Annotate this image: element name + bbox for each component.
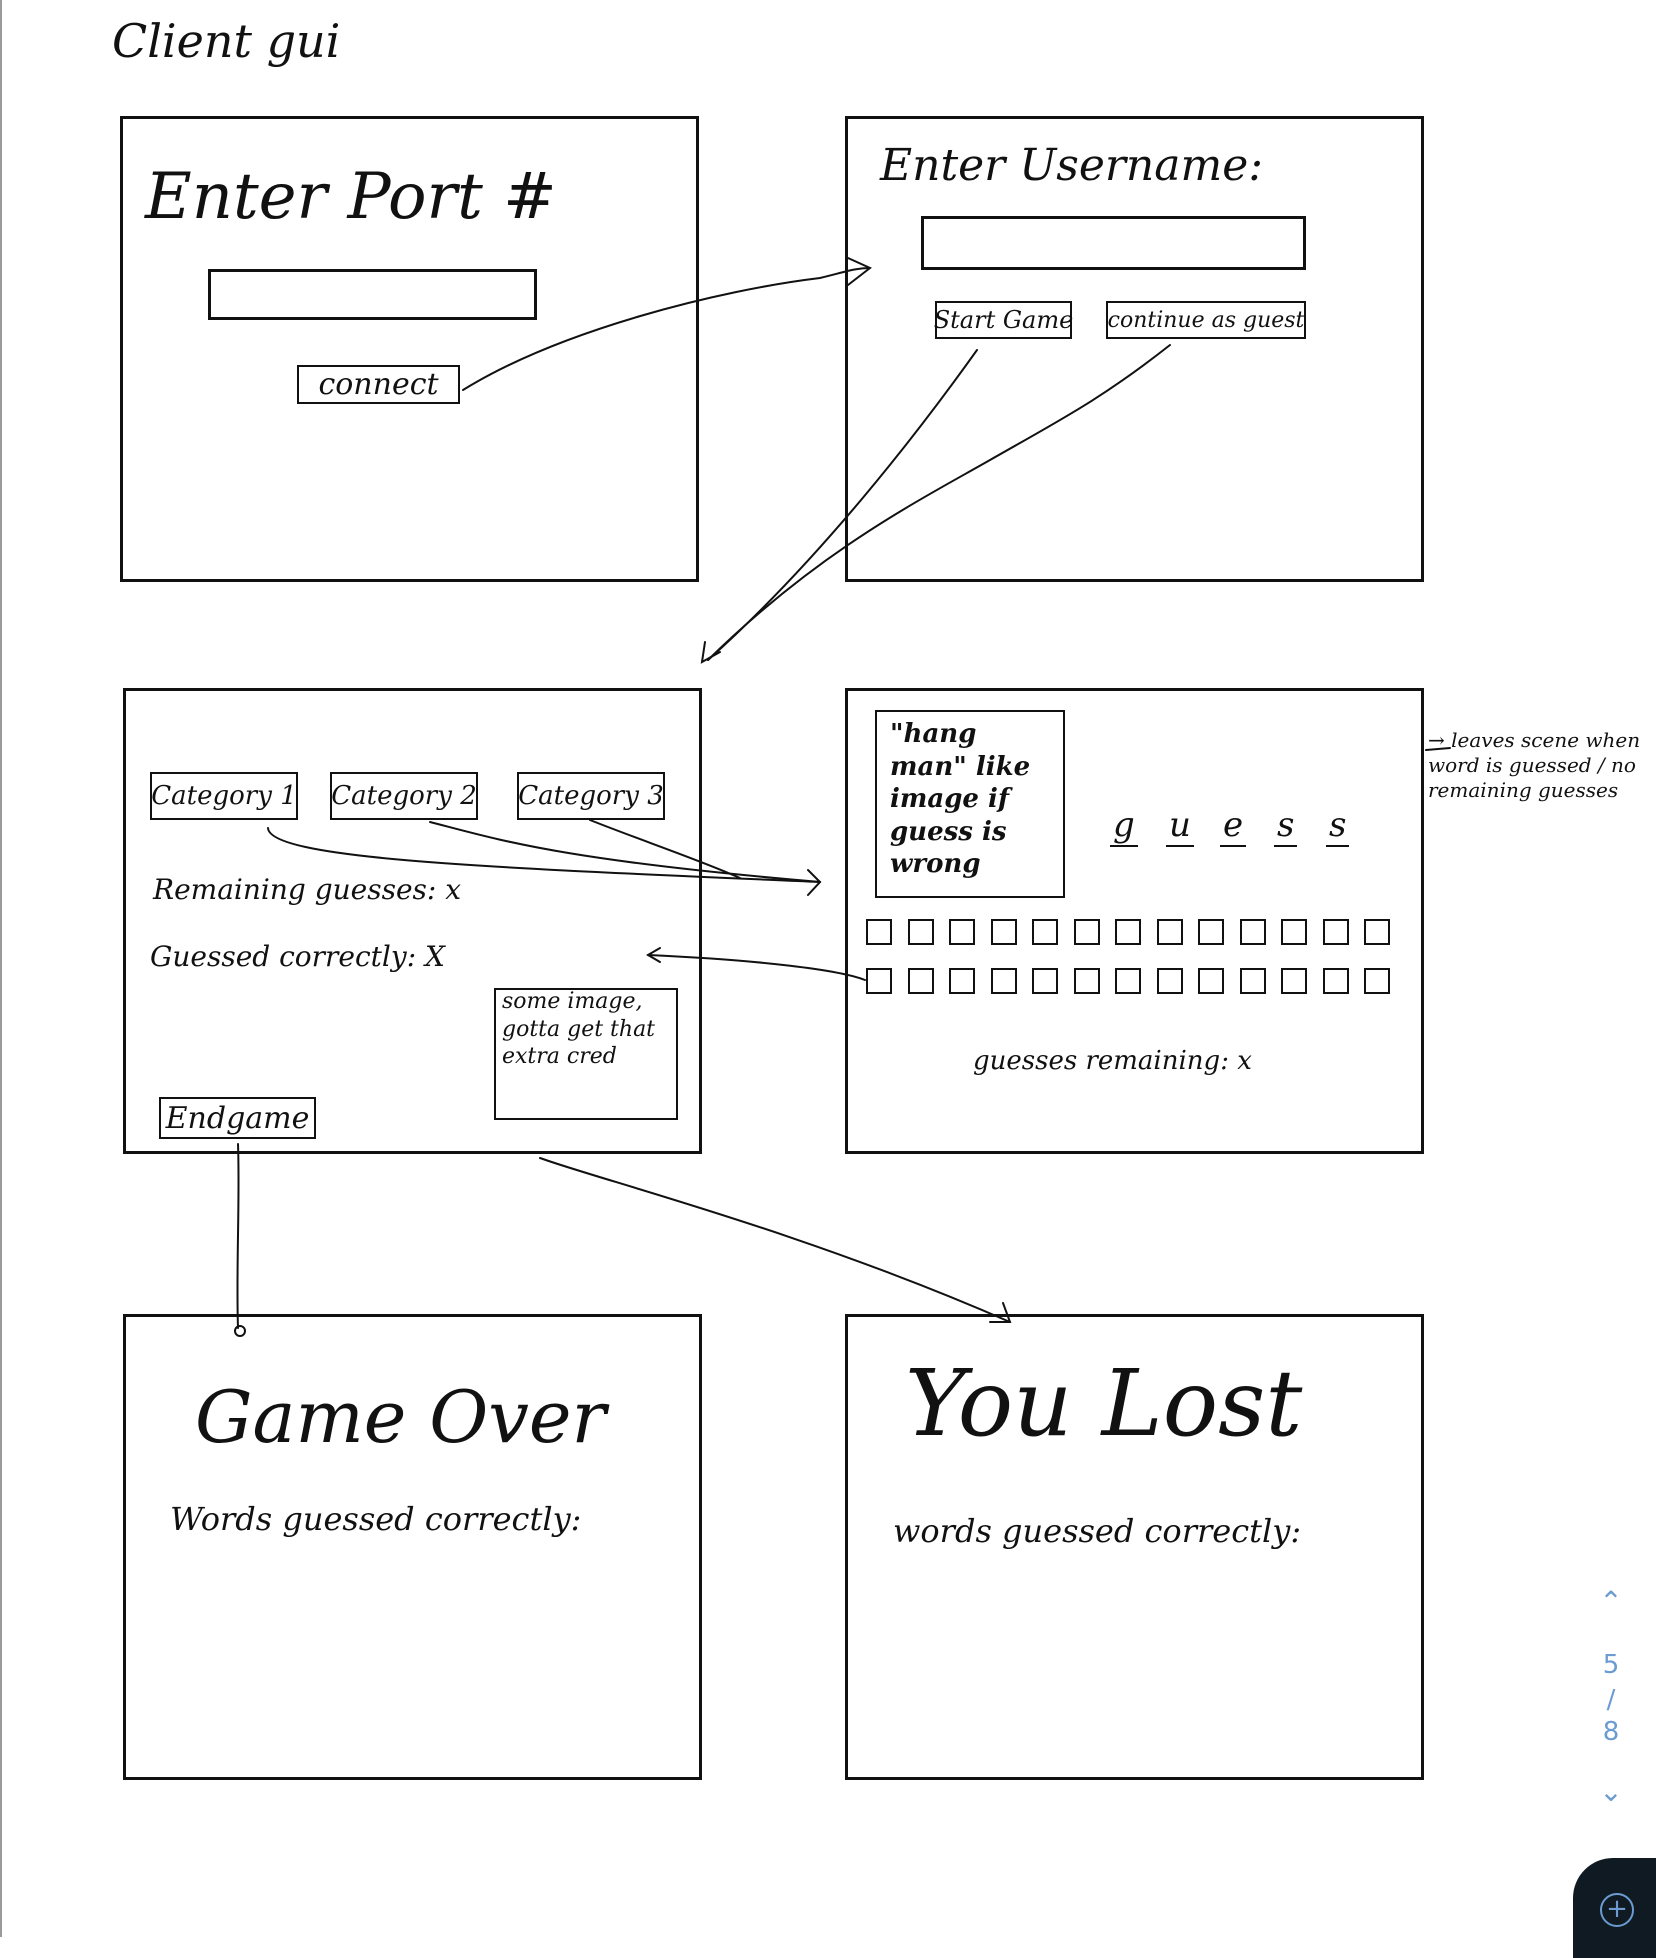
remaining-guesses-label: Remaining guesses: x: [153, 873, 462, 906]
letter-key[interactable]: [1198, 919, 1224, 945]
letter-key[interactable]: [1364, 968, 1390, 994]
word-letter: s: [1326, 805, 1350, 847]
you-lost-heading: You Lost: [905, 1350, 1303, 1457]
letter-key[interactable]: [866, 919, 892, 945]
letter-key[interactable]: [949, 968, 975, 994]
letter-key[interactable]: [1032, 968, 1058, 994]
letter-key[interactable]: [907, 919, 934, 945]
arrowhead: [700, 641, 721, 664]
continue-as-guest-button[interactable]: continue as guest: [1106, 301, 1306, 339]
letter-key[interactable]: [1115, 968, 1141, 994]
page-left-edge: [0, 0, 2, 1937]
plus-circle-icon[interactable]: +: [1600, 1893, 1634, 1927]
letter-key[interactable]: [990, 968, 1017, 994]
start-game-button[interactable]: Start Game: [934, 301, 1073, 339]
letter-key[interactable]: [1156, 919, 1183, 945]
category-1-button[interactable]: Category 1: [150, 772, 298, 820]
game-over-subtext: Words guessed correctly:: [170, 1500, 582, 1538]
letter-key[interactable]: [1281, 968, 1307, 994]
letter-key[interactable]: [1198, 968, 1224, 994]
letter-keys-grid: [866, 919, 1406, 999]
arrow-endgame-to-gameover: [236, 1143, 240, 1329]
chevron-up-icon[interactable]: ⌃: [1586, 1585, 1636, 1618]
word-letter: e: [1220, 805, 1247, 847]
guesses-remaining-label: guesses remaining: x: [973, 1046, 1252, 1076]
chevron-down-icon[interactable]: ⌄: [1586, 1775, 1636, 1808]
word-letter: u: [1166, 805, 1194, 847]
you-lost-subtext: words guessed correctly:: [893, 1512, 1302, 1550]
username-input[interactable]: [921, 216, 1306, 270]
letter-key[interactable]: [907, 968, 934, 994]
enter-port-heading: Enter Port #: [145, 160, 557, 234]
connect-button[interactable]: connect: [297, 365, 460, 404]
page-separator: /: [1606, 1685, 1616, 1715]
page-current: 5: [1602, 1650, 1620, 1680]
guessed-correctly-label: Guessed correctly: X: [150, 940, 445, 973]
letter-key[interactable]: [990, 919, 1017, 945]
word-letter: s: [1274, 805, 1298, 847]
letter-key[interactable]: [949, 919, 975, 945]
page-navigator: ⌃ 5 / 8 ⌄: [1586, 1585, 1636, 1808]
bonus-image-note: some image, gotta get that extra cred: [502, 989, 656, 1069]
letter-key[interactable]: [1032, 919, 1058, 945]
letter-key[interactable]: [1115, 919, 1141, 945]
category-2-button[interactable]: Category 2: [330, 772, 478, 820]
letter-key[interactable]: [1364, 919, 1390, 945]
side-note: → leaves scene when word is guessed / no…: [1428, 728, 1641, 802]
letter-key[interactable]: [1073, 919, 1100, 945]
letter-key[interactable]: [1073, 968, 1100, 994]
letter-key[interactable]: [1281, 919, 1307, 945]
letter-key[interactable]: [1322, 919, 1349, 945]
word-display: g u e s s: [1110, 805, 1350, 855]
letter-key[interactable]: [1322, 968, 1349, 994]
page-total: 8: [1602, 1717, 1620, 1747]
category-3-button[interactable]: Category 3: [517, 772, 665, 820]
enter-username-heading: Enter Username:: [880, 140, 1264, 191]
arrow-categories-to-lost: [539, 1157, 1011, 1323]
letter-key[interactable]: [1239, 968, 1266, 994]
letter-key[interactable]: [1239, 919, 1266, 945]
hangman-image-note: "hang man" like image if guess is wrong: [890, 719, 1031, 879]
word-letter: g: [1110, 805, 1138, 847]
arrowhead: [807, 869, 822, 896]
port-input[interactable]: [208, 269, 537, 320]
letter-key[interactable]: [866, 968, 892, 994]
endgame-button[interactable]: Endgame: [159, 1097, 316, 1139]
letter-key[interactable]: [1156, 968, 1183, 994]
page-title: Client gui: [112, 14, 341, 68]
game-over-heading: Game Over: [195, 1375, 606, 1459]
